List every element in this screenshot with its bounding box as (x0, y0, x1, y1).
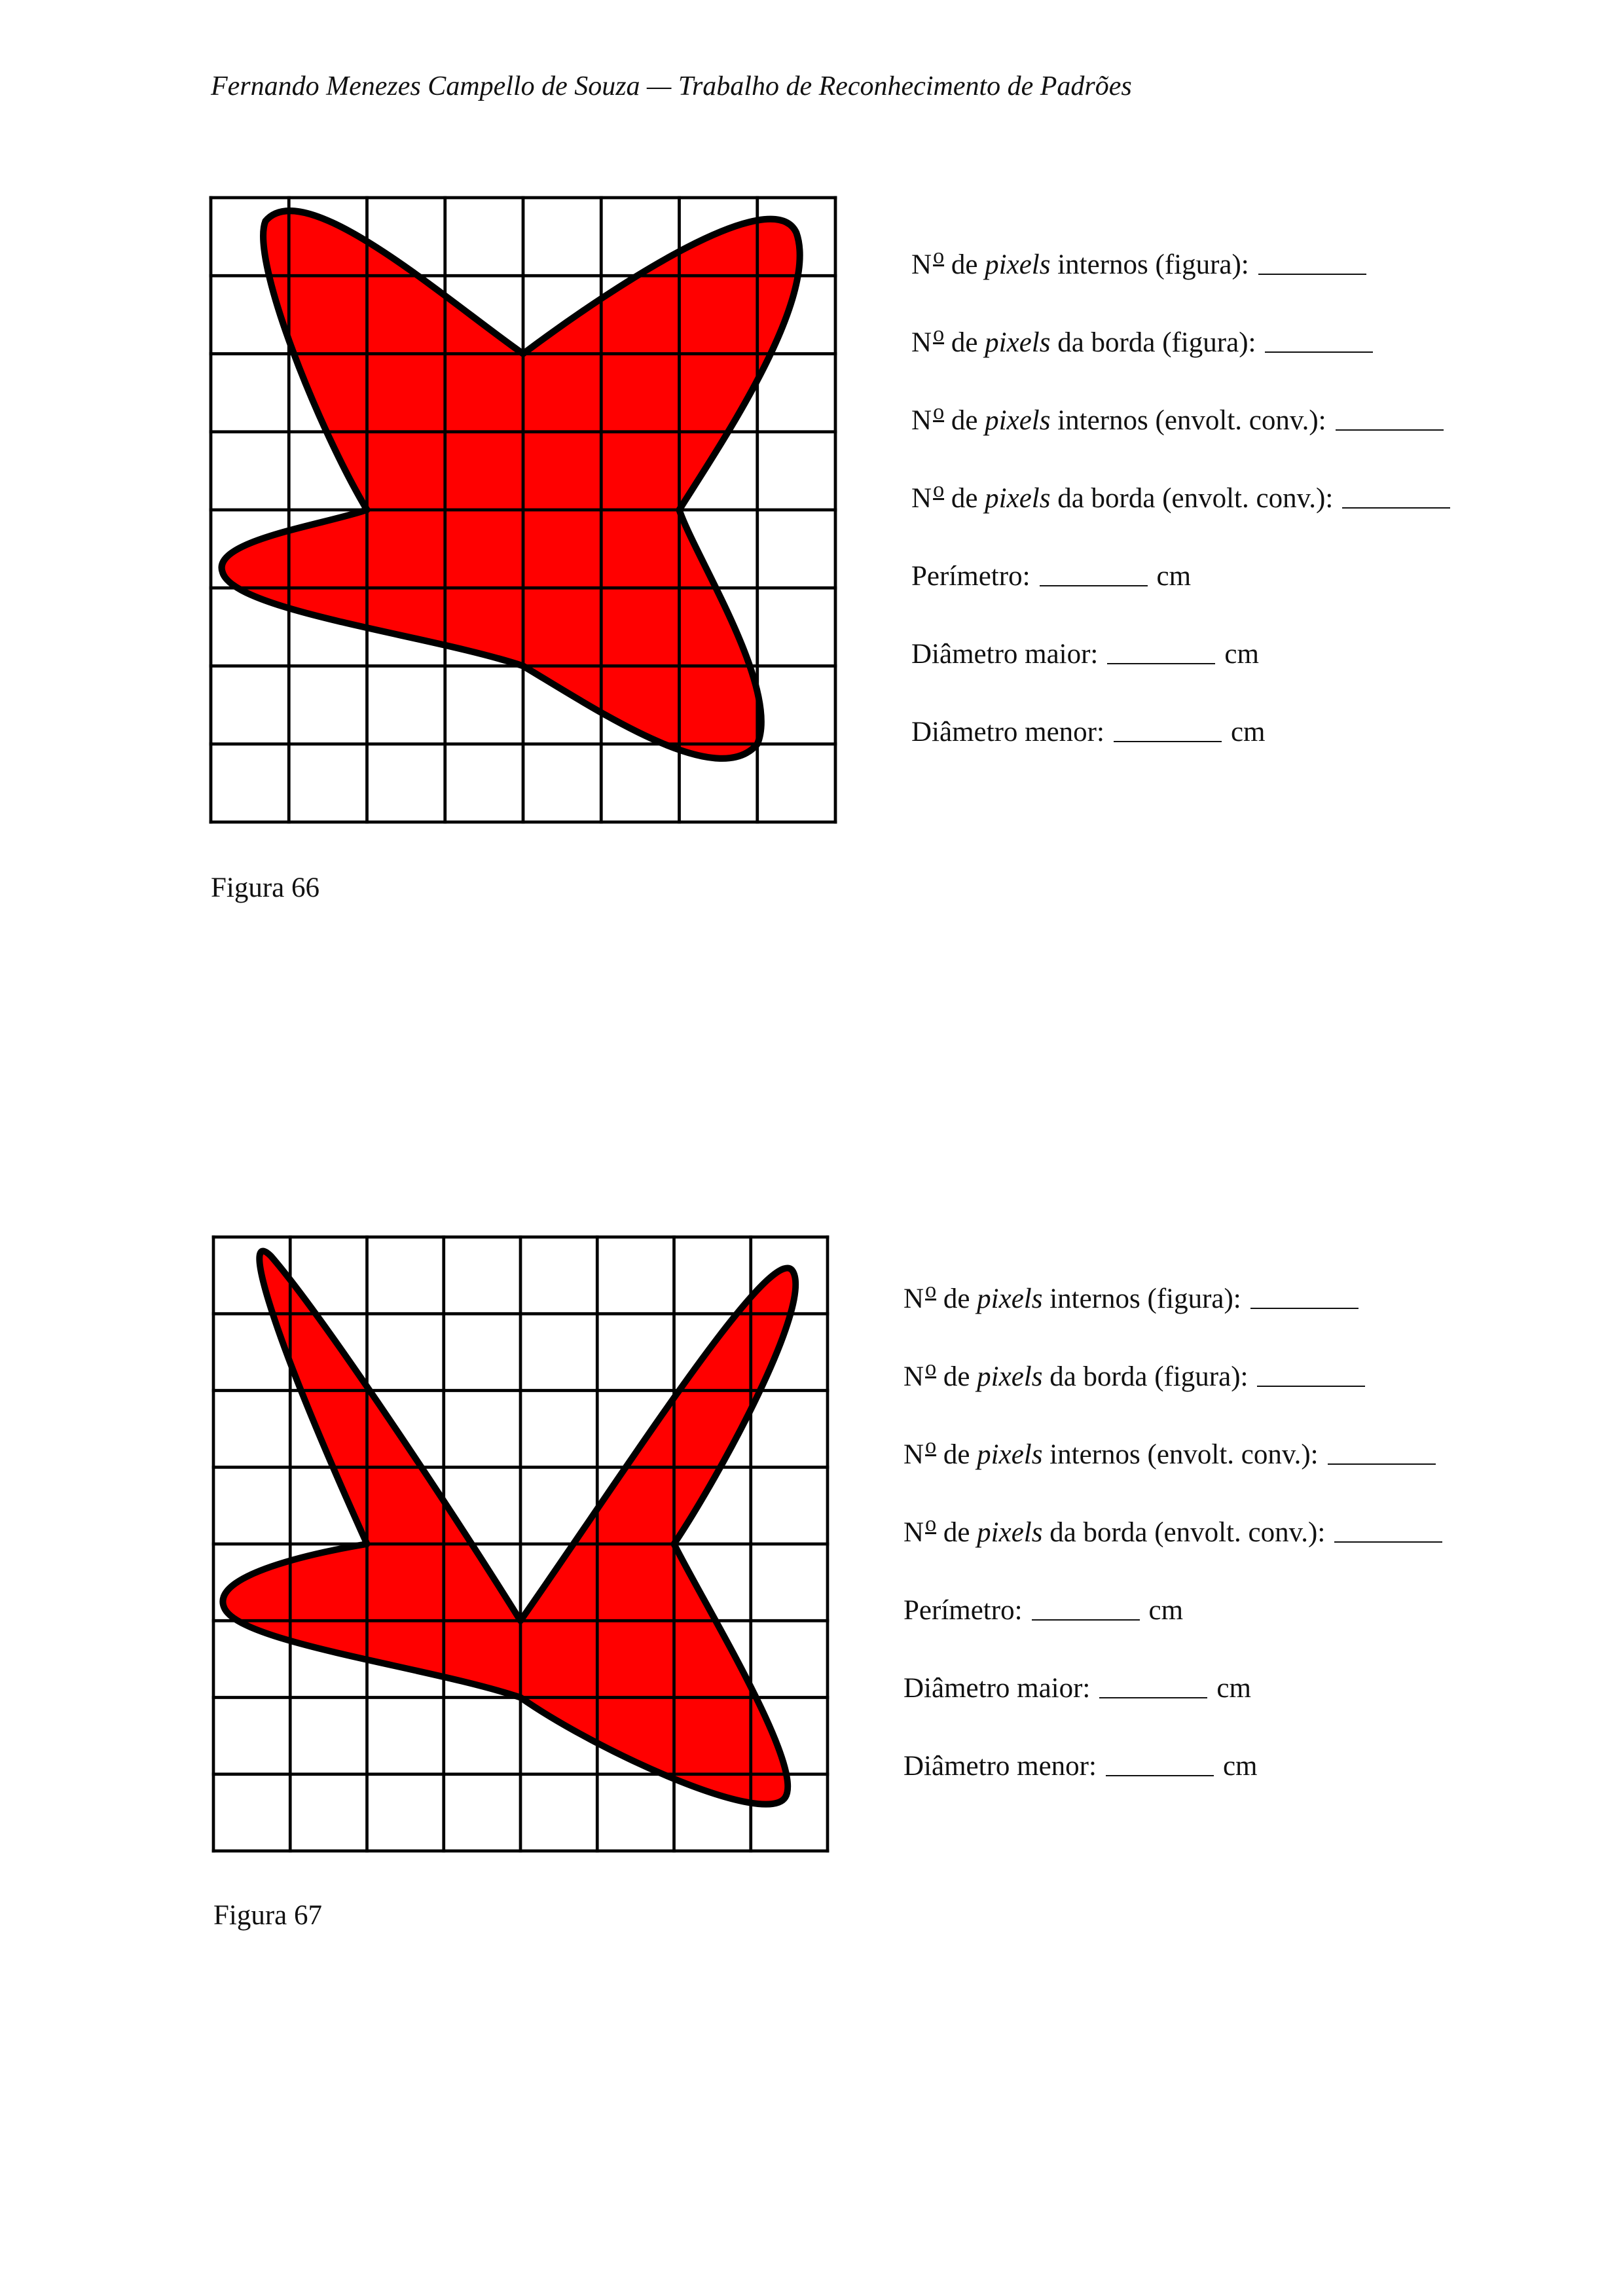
field-minor-diameter: Diâmetro menor: cm (911, 717, 1266, 747)
field-perimeter: Perímetro: cm (911, 561, 1192, 592)
field-minor-diameter: Diâmetro menor: cm (903, 1751, 1258, 1782)
field-border-pixels-hull: No de pixels da borda (envolt. conv.): (903, 1512, 1451, 1594)
answer-blank[interactable] (1250, 1307, 1359, 1309)
figure-66-fields: No de pixels internos (figura): No de pi… (911, 244, 1459, 794)
answer-blank[interactable] (1342, 507, 1451, 509)
field-internal-pixels-hull: No de pixels internos (envolt. conv.): (911, 400, 1459, 482)
answer-blank[interactable] (1107, 662, 1216, 664)
field-major-diameter: Diâmetro maior: cm (911, 639, 1259, 670)
figure-67-shape (219, 1247, 799, 1808)
figure-67-grid (211, 1235, 830, 1853)
answer-blank[interactable] (1039, 584, 1148, 586)
figure-67-fields: No de pixels internos (figura): No de pi… (903, 1278, 1451, 1828)
field-internal-pixels-figure: No de pixels internos (figura): (903, 1278, 1451, 1361)
figure-66-grid (209, 196, 837, 824)
answer-blank[interactable] (1335, 429, 1444, 431)
answer-blank[interactable] (1257, 1385, 1366, 1387)
field-major-diameter: Diâmetro maior: cm (903, 1673, 1251, 1704)
answer-blank[interactable] (1265, 351, 1374, 353)
figure-67-caption: Figura 67 (213, 1900, 323, 1931)
answer-blank[interactable] (1099, 1696, 1208, 1698)
field-border-pixels-figure: No de pixels da borda (figura): (911, 322, 1459, 404)
answer-blank[interactable] (1113, 740, 1222, 742)
answer-blank[interactable] (1031, 1619, 1140, 1621)
field-internal-pixels-hull: No de pixels internos (envolt. conv.): (903, 1434, 1451, 1516)
figure-66-shape (218, 207, 803, 762)
answer-blank[interactable] (1105, 1774, 1214, 1776)
figure-66-caption: Figura 66 (211, 872, 320, 903)
page-header: Fernando Menezes Campello de Souza — Tra… (211, 71, 1132, 101)
answer-blank[interactable] (1334, 1541, 1443, 1543)
field-perimeter: Perímetro: cm (903, 1595, 1184, 1626)
field-border-pixels-figure: No de pixels da borda (figura): (903, 1356, 1451, 1439)
field-internal-pixels-figure: No de pixels internos (figura): (911, 244, 1459, 327)
field-border-pixels-hull: No de pixels da borda (envolt. conv.): (911, 478, 1459, 560)
answer-blank[interactable] (1327, 1463, 1436, 1465)
answer-blank[interactable] (1258, 273, 1366, 275)
